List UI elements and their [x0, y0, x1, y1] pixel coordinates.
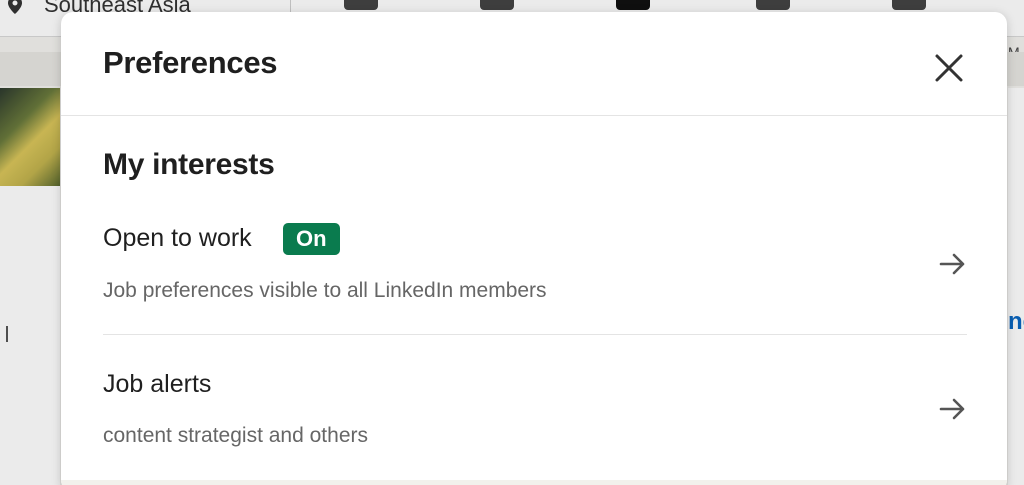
close-icon: [935, 54, 963, 82]
item-title: Job alerts: [103, 370, 212, 398]
open-to-work-item[interactable]: Open to work On Job preferences visible …: [103, 212, 967, 335]
item-subtitle: content strategist and others: [103, 424, 368, 447]
status-badge: On: [283, 223, 340, 255]
arrow-right-icon: [939, 253, 965, 275]
modal-title: Preferences: [103, 45, 278, 80]
close-button[interactable]: [929, 48, 969, 88]
modal-footer-strip: [61, 480, 1007, 485]
item-subtitle: Job preferences visible to all LinkedIn …: [103, 279, 547, 302]
arrow-right-icon: [939, 398, 965, 420]
item-title: Open to work: [103, 224, 252, 252]
section-title-my-interests: My interests: [103, 148, 275, 181]
job-alerts-item[interactable]: Job alerts content strategist and others: [103, 358, 967, 468]
modal-header: Preferences: [61, 12, 1007, 116]
preferences-modal: Preferences My interests Open to work On…: [61, 12, 1007, 485]
